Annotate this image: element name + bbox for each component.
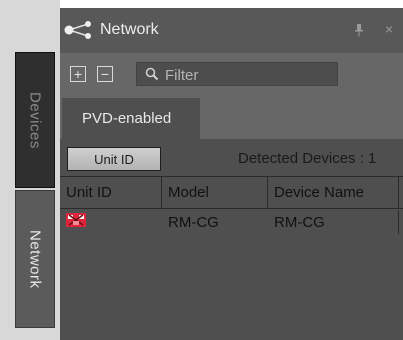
filter-field[interactable]	[136, 62, 338, 86]
network-panel: Network × + − PVD-enabled Unit ID	[60, 8, 403, 340]
close-icon[interactable]: ×	[385, 21, 393, 37]
side-tab-network-label: Network	[26, 229, 44, 289]
side-tab-devices-label: Devices	[26, 91, 44, 149]
detected-devices-count: Detected Devices : 1	[238, 150, 377, 167]
column-header-device-name[interactable]: Device Name	[268, 177, 399, 208]
device-name-cell: RM-CG	[268, 210, 399, 234]
collapse-all-button[interactable]: −	[97, 66, 113, 82]
tab-pvd-enabled[interactable]: PVD-enabled	[62, 98, 200, 139]
side-tab-rail: Devices Network	[0, 0, 60, 340]
panel-toolbar: + −	[60, 53, 403, 95]
search-icon	[145, 67, 159, 86]
side-tab-network[interactable]: Network	[15, 190, 55, 328]
panel-tabstrip: PVD-enabled	[60, 95, 403, 139]
table-row[interactable]: RM-CG RM-CG	[60, 210, 403, 234]
expand-all-button[interactable]: +	[70, 66, 86, 82]
table-header: Unit ID Model Device Name	[60, 176, 403, 209]
unit-id-cell	[60, 210, 162, 234]
column-header-model[interactable]: Model	[162, 177, 268, 208]
device-error-icon	[66, 213, 86, 231]
model-cell: RM-CG	[168, 213, 219, 231]
pin-icon[interactable]	[354, 24, 364, 42]
unit-id-button[interactable]: Unit ID	[67, 147, 161, 171]
network-share-icon	[64, 21, 94, 44]
panel-title-bar: Network ×	[60, 8, 403, 53]
filter-input[interactable]	[163, 65, 337, 85]
device-table: Unit ID Model Device Name RM-CG RM-CG	[60, 176, 403, 340]
column-header-unit-id[interactable]: Unit ID	[60, 177, 162, 208]
panel-content: Unit ID Detected Devices : 1 Unit ID Mod…	[60, 139, 403, 340]
side-tab-devices[interactable]: Devices	[15, 52, 55, 188]
panel-title: Network	[100, 21, 159, 38]
